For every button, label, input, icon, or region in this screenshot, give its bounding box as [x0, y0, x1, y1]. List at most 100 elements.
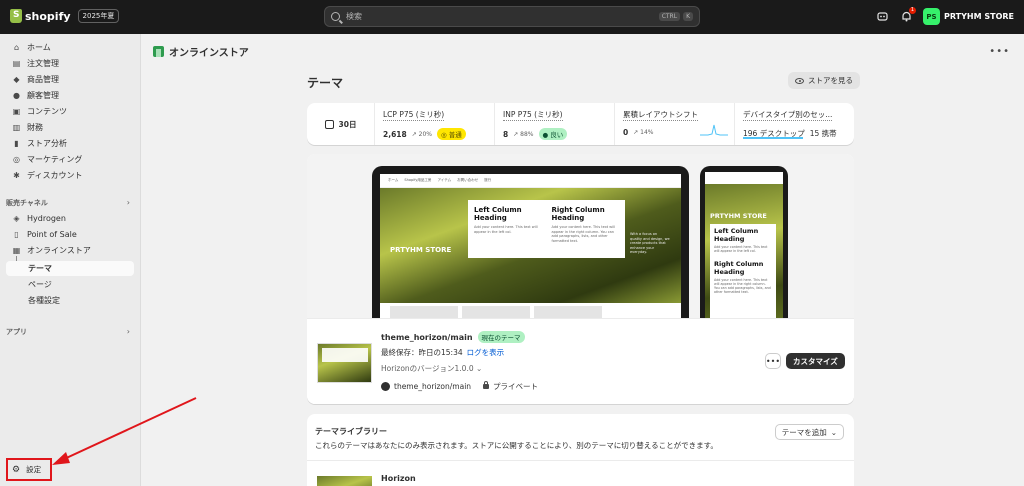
chevron-right-icon[interactable]: ›: [127, 327, 130, 336]
shopify-logo[interactable]: shopify 2025年夏: [10, 9, 120, 23]
avatar[interactable]: PS: [923, 8, 940, 25]
inbox-icon: ▤: [12, 59, 21, 68]
page-header: オンラインストア: [153, 44, 249, 59]
search-input[interactable]: [346, 12, 656, 21]
shortcut-k: K: [683, 12, 693, 21]
sidebar-item-online-store[interactable]: ▦ オンラインストア: [6, 243, 134, 258]
metric-label: デバイスタイプ別のセッ...: [743, 110, 833, 121]
bell-icon[interactable]: 1: [899, 6, 916, 24]
sidebar-item-label: Hydrogen: [27, 214, 66, 223]
sidebar-item-label: 注文管理: [27, 59, 59, 68]
mobile-right-text: Add your content here. This text will ap…: [714, 278, 771, 294]
sidebar-item-label: 各種設定: [28, 296, 60, 305]
sidebar-item-label: コンテンツ: [27, 107, 67, 116]
preview-nav-item: Shopify用品工房: [404, 178, 432, 182]
last-saved: 最終保存：昨日の15:34 ログを表示: [381, 347, 504, 358]
mobile-preview: PRTYHM STORE Left Column Heading Add you…: [700, 166, 788, 326]
sidebar-item-hydrogen[interactable]: ◈ Hydrogen: [6, 211, 134, 226]
customize-button[interactable]: カスタマイズ: [786, 353, 845, 369]
sidebar-item-label: ストア分析: [27, 139, 67, 148]
mobile-columns: Left Column Heading Add your content her…: [710, 224, 776, 324]
sidebar-item-home[interactable]: ⌂ ホーム: [6, 40, 134, 55]
metric-inp[interactable]: INP P75 (ミリ秒) 8 ↗ 88% ● 良い: [495, 103, 615, 145]
theme-name: theme_horizon/main: [381, 332, 473, 342]
sales-channels-label[interactable]: 販売チャネル: [6, 198, 48, 208]
sparkline: [700, 124, 728, 136]
settings-button[interactable]: ⚙ 設定: [6, 458, 52, 481]
sidebar: ⌂ ホーム ▤ 注文管理 ◆ 商品管理 ● 顧客管理 ▣ コンテンツ ▥ 財務 ▮ ストア分析…: [0, 34, 141, 486]
settings-label: 設定: [26, 465, 42, 474]
metric-label: 累積レイアウトシフト: [623, 110, 698, 121]
sidekick-icon[interactable]: [875, 10, 889, 24]
section-title: テーマ: [307, 76, 344, 90]
preview-nav-item: ホーム: [388, 178, 399, 182]
current-theme-card: ホーム Shopify用品工房 アイテム お問い合わせ 旅行 PRTYHM ST…: [307, 154, 854, 404]
view-store-label: ストアを見る: [808, 76, 853, 85]
chevron-down-icon: ⌄: [830, 427, 837, 437]
top-bar: shopify 2025年夏 CTRL K 1 PS PRTYHM STORE: [0, 0, 1024, 34]
search-bar[interactable]: CTRL K: [324, 6, 700, 27]
sidebar-item-orders[interactable]: ▤ 注文管理: [6, 56, 134, 71]
person-icon: ●: [13, 91, 20, 100]
preview-right-text: Add your content here. This text will ap…: [551, 225, 616, 243]
tag-icon: ◆: [13, 75, 20, 84]
show-log-link[interactable]: ログを表示: [467, 348, 505, 357]
metric-device-sessions[interactable]: デバイスタイプ別のセッ... 196 デスクトップ 15 携帯: [735, 103, 854, 145]
preview-nav-item: お問い合わせ: [457, 178, 479, 182]
theme-version[interactable]: Horizonのバージョン1.0.0 ⌄: [381, 363, 482, 374]
theme-more-button[interactable]: •••: [765, 353, 781, 369]
metric-lcp[interactable]: LCP P75 (ミリ秒) 2,618 ↗ 20% ◎ 普通: [375, 103, 495, 145]
status-text: 普通: [448, 131, 462, 139]
sidebar-item-content[interactable]: ▣ コンテンツ: [6, 104, 134, 119]
store-icon: [153, 46, 164, 57]
status-text: 良い: [550, 131, 564, 139]
sidebar-item-marketing[interactable]: ◎ マーケティング: [6, 152, 134, 167]
pos-icon: ▯: [14, 230, 19, 239]
sidebar-item-analytics[interactable]: ▮ ストア分析: [6, 136, 134, 151]
main-content: オンラインストア ••• テーマ ストアを見る 30日 LCP P75 (ミリ秒…: [141, 34, 1024, 486]
metric-value: 8: [503, 129, 509, 139]
sidebar-item-preferences[interactable]: 各種設定: [6, 293, 134, 308]
preview-brand: PRTYHM STORE: [390, 246, 452, 254]
chevron-right-icon[interactable]: ›: [127, 198, 130, 207]
sidebar-item-pages[interactable]: ページ: [6, 277, 134, 292]
store-icon: ▦: [12, 246, 21, 255]
sidebar-item-label: ページ: [28, 280, 52, 289]
desktop-preview: ホーム Shopify用品工房 アイテム お問い合わせ 旅行 PRTYHM ST…: [372, 166, 689, 326]
privacy-label: プライベート: [493, 382, 539, 391]
sidebar-item-label: 顧客管理: [27, 91, 59, 100]
mobile-right-heading: Right Column Heading: [714, 260, 764, 276]
metric-value: 0: [623, 128, 629, 137]
sidebar-item-products[interactable]: ◆ 商品管理: [6, 72, 134, 87]
period-label: 30日: [338, 119, 357, 129]
metrics-bar: 30日 LCP P75 (ミリ秒) 2,618 ↗ 20% ◎ 普通 INP P…: [307, 103, 854, 145]
sidebar-item-finance[interactable]: ▥ 財務: [6, 120, 134, 135]
preview-nav: ホーム Shopify用品工房 アイテム お問い合わせ 旅行: [380, 174, 681, 188]
page-title: オンラインストア: [169, 48, 249, 59]
more-actions-icon[interactable]: •••: [989, 46, 1010, 57]
metric-delta: ↗ 20%: [411, 130, 433, 138]
sidebar-item-discounts[interactable]: ✱ ディスカウント: [6, 168, 134, 183]
hydrogen-icon: ◈: [13, 214, 20, 223]
apps-label[interactable]: アプリ: [6, 327, 27, 337]
sidebar-item-label: テーマ: [28, 264, 52, 273]
chart-icon: ▮: [14, 139, 19, 148]
metric-value: 2,618: [383, 129, 407, 139]
store-name[interactable]: PRTYHM STORE: [944, 12, 1014, 21]
mobile-brand: PRTYHM STORE: [710, 212, 767, 220]
mobile-sessions: 15 携帯: [809, 129, 837, 138]
brand-name: shopify: [25, 9, 71, 23]
theme-name-row: theme_horizon/main 現在のテーマ: [381, 331, 525, 343]
theme-info: theme_horizon/main 現在のテーマ 最終保存：昨日の15:34 ロ…: [307, 318, 854, 404]
notification-count: 1: [908, 6, 916, 14]
period-selector[interactable]: 30日: [307, 103, 375, 145]
view-store-button[interactable]: ストアを見る: [788, 72, 860, 89]
sidebar-item-label: 商品管理: [27, 75, 59, 84]
add-theme-button[interactable]: テーマを追加 ⌄: [774, 424, 844, 440]
sidebar-item-themes[interactable]: テーマ: [6, 261, 134, 276]
metric-cls[interactable]: 累積レイアウトシフト 0 ↗ 14%: [615, 103, 735, 145]
repo-name[interactable]: theme_horizon/main: [394, 382, 471, 391]
sidebar-item-customers[interactable]: ● 顧客管理: [6, 88, 134, 103]
sidebar-item-label: Point of Sale: [27, 230, 77, 239]
sidebar-item-pos[interactable]: ▯ Point of Sale: [6, 227, 134, 242]
